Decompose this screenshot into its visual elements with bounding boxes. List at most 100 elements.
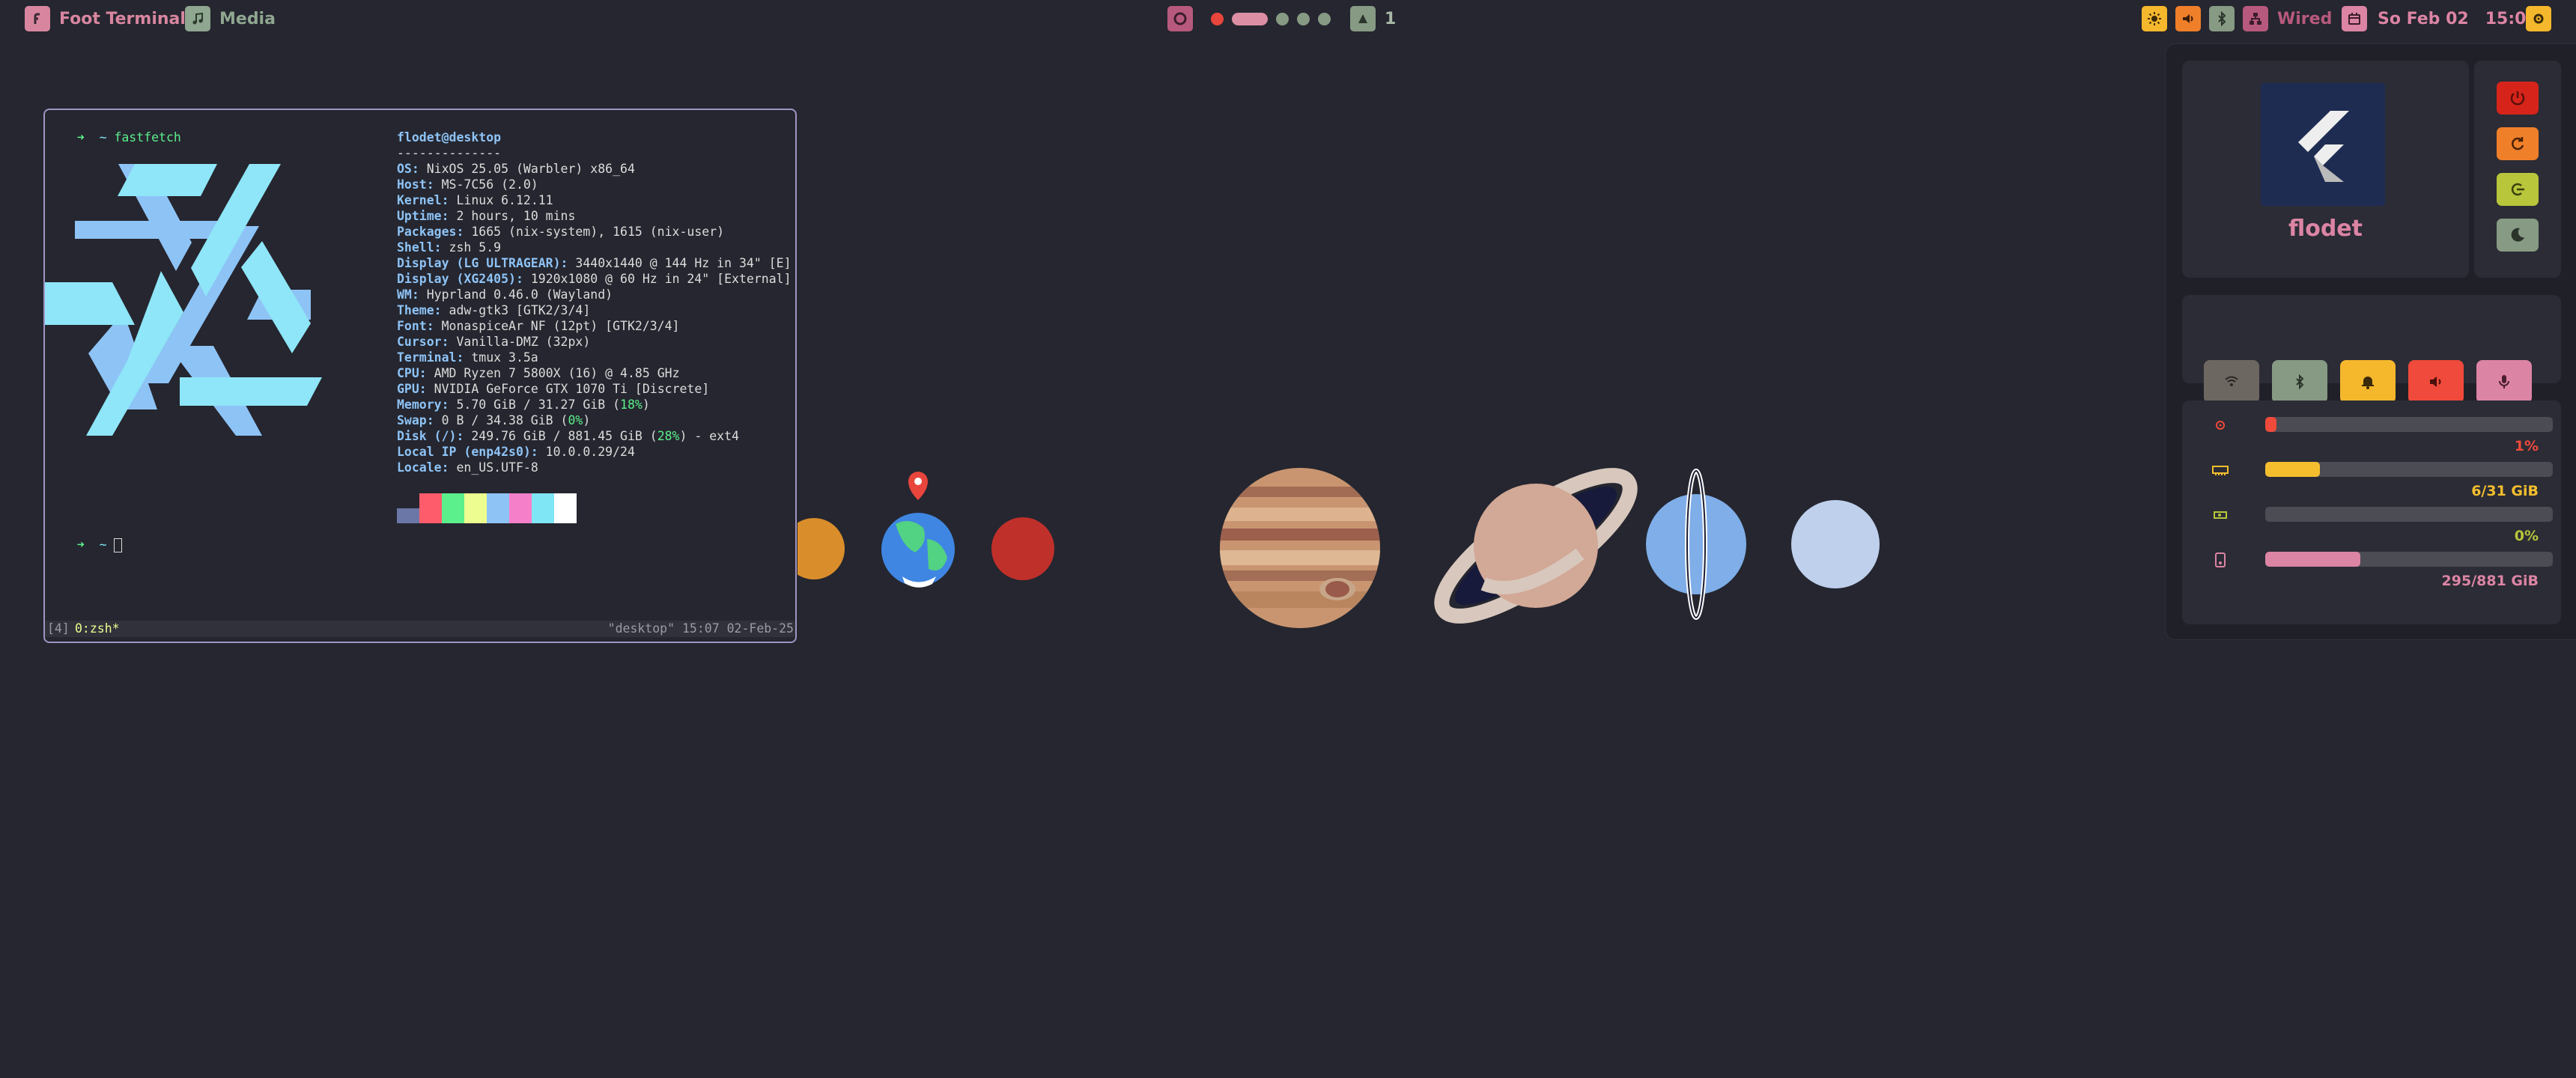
power-card xyxy=(2474,61,2561,278)
cursor xyxy=(114,538,123,552)
user-host: flodet@desktop xyxy=(397,130,502,144)
palette-swatch xyxy=(487,493,509,523)
info-line: Font: MonaspiceAr NF (12pt) [GTK2/3/4] xyxy=(397,318,680,334)
info-label: Cursor: xyxy=(397,335,449,349)
info-value: 1920x1080 @ 60 Hz in 24" [External] xyxy=(523,272,792,286)
sleep-button[interactable] xyxy=(2497,219,2539,252)
info-line: Terminal: tmux 3.5a xyxy=(397,350,538,365)
prompt-line-2: ➜ ~ xyxy=(47,521,123,568)
location-pin-icon xyxy=(908,472,928,500)
flutter-logo-icon xyxy=(2298,111,2349,182)
info-value: NixOS 25.05 (Warbler) x86_64 xyxy=(419,162,635,176)
planet-uranus xyxy=(1646,469,1746,620)
color-palette xyxy=(397,493,577,523)
info-value: Linux 6.12.11 xyxy=(449,193,553,207)
disk-progress xyxy=(2265,552,2553,567)
restart-button[interactable] xyxy=(2497,127,2539,160)
palette-swatch xyxy=(464,493,487,523)
info-label: Swap: xyxy=(397,413,434,427)
info-value: MS-7C56 (2.0) xyxy=(434,177,538,192)
info-line: Kernel: Linux 6.12.11 xyxy=(397,192,553,208)
info-value: AMD Ryzen 7 5800X (16) @ 4.85 GHz xyxy=(426,366,680,380)
notifications-toggle[interactable] xyxy=(2340,360,2396,404)
info-label: Terminal: xyxy=(397,350,464,365)
info-label: Theme: xyxy=(397,303,442,317)
memory-progress xyxy=(2265,462,2553,477)
info-value: Vanilla-DMZ (32px) xyxy=(449,335,591,349)
info-line: Memory: 5.70 GiB / 31.27 GiB (18%) xyxy=(397,397,650,412)
tmux-window[interactable]: 0:zsh* xyxy=(75,621,120,636)
username-label: flodet xyxy=(2288,216,2363,242)
info-value: zsh 5.9 xyxy=(441,240,502,255)
gpu-progress xyxy=(2265,507,2553,522)
info-line: Theme: adw-gtk3 [GTK2/3/4] xyxy=(397,302,590,318)
cpu-label: 1% xyxy=(2514,438,2539,454)
nixos-logo-icon xyxy=(45,164,322,436)
tmux-status-right: "desktop" 15:07 02-Feb-25 xyxy=(607,621,794,636)
palette-swatch xyxy=(442,493,464,523)
info-value: en_US.UTF-8 xyxy=(449,460,538,475)
microphone-toggle[interactable] xyxy=(2476,360,2532,404)
info-label: Local IP (enp42s0): xyxy=(397,445,538,459)
cpu-icon xyxy=(2212,417,2229,433)
planet-earth xyxy=(881,513,955,588)
power-button[interactable] xyxy=(2497,82,2539,115)
bluetooth-toggle[interactable] xyxy=(2272,360,2327,404)
control-center-panel: flodet 1% 6/31 GiB 0% 295/881 GiB xyxy=(2165,43,2576,640)
speaker-toggle[interactable] xyxy=(2408,360,2464,404)
palette-swatch xyxy=(397,508,419,523)
disk-usage: 295/881 GiB xyxy=(2182,552,2561,597)
memory-progress-fill xyxy=(2265,462,2320,477)
tmux-index: [4] xyxy=(47,621,70,636)
info-line: WM: Hyprland 0.46.0 (Wayland) xyxy=(397,287,613,302)
info-label: Shell: xyxy=(397,240,442,255)
info-value: Hyprland 0.46.0 (Wayland) xyxy=(419,287,613,302)
terminal-window[interactable]: ➜ ~ fastfetch flodet@desktop -----------… xyxy=(43,109,797,643)
info-line: Cursor: Vanilla-DMZ (32px) xyxy=(397,334,590,350)
palette-swatch xyxy=(419,493,442,523)
wifi-toggle[interactable] xyxy=(2204,360,2259,404)
info-line: Packages: 1665 (nix-system), 1615 (nix-u… xyxy=(397,224,724,240)
info-line: GPU: NVIDIA GeForce GTX 1070 Ti [Discret… xyxy=(397,381,709,397)
palette-swatch xyxy=(509,493,532,523)
gpu-label: 0% xyxy=(2514,528,2539,544)
info-line: Swap: 0 B / 34.38 GiB (0%) xyxy=(397,412,590,428)
system-stats-card: 1% 6/31 GiB 0% 295/881 GiB xyxy=(2182,401,2561,624)
info-percent: 18% xyxy=(620,398,643,412)
bluetooth-icon xyxy=(2296,374,2304,390)
info-label: Display (XG2405): xyxy=(397,272,523,286)
info-line: Display (XG2405): 1920x1080 @ 60 Hz in 2… xyxy=(397,271,792,287)
restart-icon xyxy=(2512,137,2524,150)
info-line: Uptime: 2 hours, 10 mins xyxy=(397,208,575,224)
planet-mars xyxy=(991,517,1054,580)
info-value: NVIDIA GeForce GTX 1070 Ti [Discrete] xyxy=(426,382,710,396)
info-label: Memory: xyxy=(397,398,449,412)
gpu-usage: 0% xyxy=(2182,507,2561,552)
palette-swatch xyxy=(532,493,554,523)
microphone-icon xyxy=(2499,375,2509,389)
power-icon xyxy=(2510,91,2525,106)
logout-icon xyxy=(2511,183,2524,196)
info-label: Kernel: xyxy=(397,193,449,207)
info-label: Display (LG ULTRAGEAR): xyxy=(397,256,568,270)
cpu-progress xyxy=(2265,417,2553,432)
wifi-off-icon xyxy=(2225,376,2238,386)
info-label: Packages: xyxy=(397,225,464,239)
memory-usage: 6/31 GiB xyxy=(2182,462,2561,507)
planet-jupiter xyxy=(1220,468,1380,628)
info-percent: 28% xyxy=(657,429,680,443)
disk-icon xyxy=(2212,552,2229,568)
memory-icon xyxy=(2212,462,2229,478)
info-label: Host: xyxy=(397,177,434,192)
logout-button[interactable] xyxy=(2497,173,2539,206)
disk-progress-fill xyxy=(2265,552,2360,567)
planet-saturn xyxy=(1434,468,1638,624)
info-value: 0 B / 34.38 GiB ( xyxy=(434,413,568,427)
info-value: 10.0.0.29/24 xyxy=(538,445,635,459)
info-value: 3440x1440 @ 144 Hz in 34" [E] xyxy=(568,256,792,270)
info-tail: ) - ext4 xyxy=(679,429,739,443)
separator: -------------- xyxy=(397,146,502,160)
info-line: Disk (/): 249.76 GiB / 881.45 GiB (28%) … xyxy=(397,428,739,444)
info-value: 2 hours, 10 mins xyxy=(449,209,576,223)
info-label: OS: xyxy=(397,162,419,176)
